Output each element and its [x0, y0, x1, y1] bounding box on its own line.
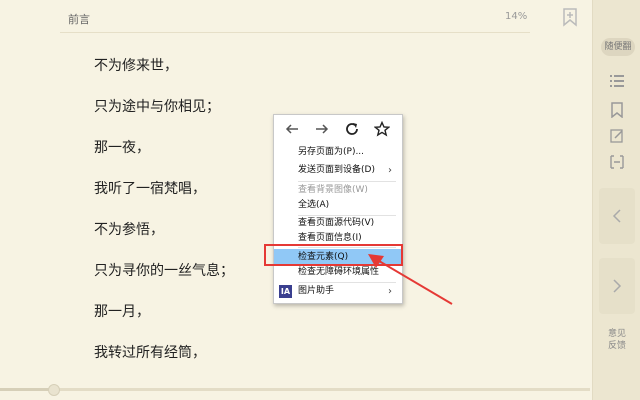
reader-sidebar: 随便翻 意见 反馈 [592, 0, 640, 400]
bookmark-add-icon[interactable] [561, 7, 579, 27]
text-line: 只为寻你的一丝气息； [94, 263, 234, 279]
header-divider [60, 32, 530, 33]
star-icon[interactable] [374, 121, 390, 137]
back-icon[interactable] [284, 121, 300, 137]
forward-icon[interactable] [314, 121, 330, 137]
image-assistant-icon: IA [279, 285, 292, 298]
menu-item-select-all[interactable]: 全选(A) [274, 197, 402, 214]
text-line: 只为途中与你相见； [94, 99, 220, 115]
feedback-label: 反馈 [607, 341, 626, 351]
submenu-arrow-icon: › [388, 165, 392, 176]
annotation-arrow-icon [368, 254, 453, 305]
menu-item-send-to-device[interactable]: 发送页面到设备(D) › [274, 162, 402, 179]
list-icon[interactable] [609, 73, 625, 89]
text-line: 不为参悟， [94, 222, 164, 238]
text-line: 那一夜， [94, 140, 150, 156]
progress-fill [0, 388, 54, 391]
chevron-right-icon [613, 279, 622, 293]
font-size-icon[interactable] [609, 154, 625, 170]
feedback-button[interactable]: 意见 反馈 [599, 328, 635, 352]
text-line: 不为修来世， [94, 58, 178, 74]
chevron-left-icon [612, 209, 621, 223]
text-line: 我转过所有经筒， [94, 345, 206, 361]
reading-progress-bar[interactable] [0, 384, 590, 396]
menu-item-save-page[interactable]: 另存页面为(P)... [274, 144, 402, 161]
prev-page-button[interactable] [599, 188, 635, 244]
bookmark-icon[interactable] [609, 102, 625, 118]
edit-icon[interactable] [609, 128, 625, 144]
chapter-title: 前言 [68, 13, 90, 26]
reload-icon[interactable] [344, 121, 360, 137]
next-page-button[interactable] [599, 258, 635, 314]
reading-percent: 14% [505, 11, 528, 22]
random-flip-button[interactable]: 随便翻 [601, 38, 635, 56]
progress-handle[interactable] [48, 384, 61, 396]
feedback-label: 意见 [607, 329, 626, 339]
text-line: 那一月， [94, 304, 150, 320]
context-menu-nav [274, 115, 402, 143]
text-line: 我听了一宿梵唱， [94, 181, 206, 197]
